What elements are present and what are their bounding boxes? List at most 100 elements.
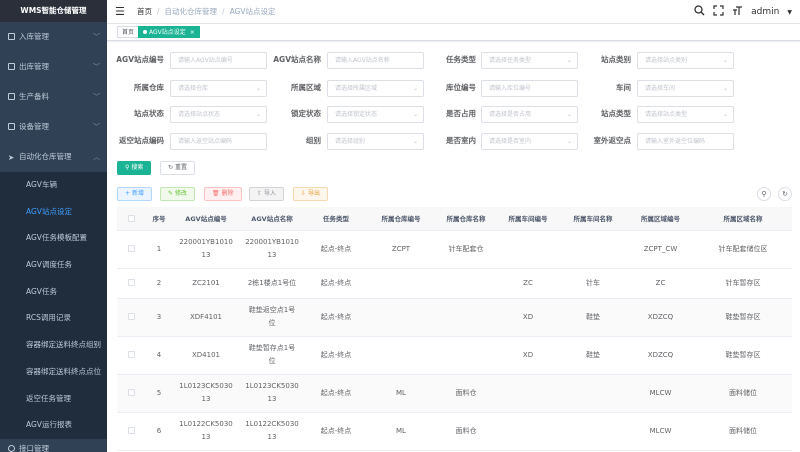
menu-production[interactable]: 生产备料 ﹀ bbox=[0, 82, 107, 112]
plus-icon: + bbox=[125, 190, 132, 197]
label-site-name: AGV站点名称 bbox=[273, 55, 321, 64]
row-checkbox[interactable] bbox=[127, 427, 135, 434]
navbar: ☰ 首页 / 自动化仓库管理 / AGV站点设定 admin ▼ bbox=[107, 0, 800, 24]
menu-label: 生产备料 bbox=[19, 92, 49, 101]
sidebar-item-agv-site[interactable]: AGV站点设定 bbox=[0, 199, 107, 226]
add-button[interactable]: + 新增 bbox=[117, 187, 152, 201]
reset-button[interactable]: ↻ 重置 bbox=[160, 161, 195, 175]
site-status-select[interactable]: 请选择站点状态 ⌄ bbox=[170, 106, 267, 123]
table-row[interactable]: 5 1L0123CK5030 13 1L0123CK5030 13 起点-终点 ML 面料… bbox=[117, 374, 792, 413]
table-cell bbox=[559, 412, 627, 451]
reset-button-label: 重置 bbox=[174, 164, 187, 171]
menu-label: 入库管理 bbox=[19, 32, 49, 41]
group-select[interactable]: 请选择组别 ⌄ bbox=[327, 133, 424, 150]
caret-down-icon[interactable]: ▼ bbox=[787, 9, 792, 16]
sidebar-item-agv-template[interactable]: AGV任务模板配置 bbox=[0, 225, 107, 252]
sidebar-item-container-group[interactable]: 容器绑定送料终点组别 bbox=[0, 332, 107, 359]
table-cell: 鞋垫 bbox=[559, 298, 627, 337]
label-indoor: 是否室内 bbox=[446, 136, 476, 145]
sidebar-item-agv-dispatch[interactable]: AGV调度任务 bbox=[0, 252, 107, 279]
outdoor-return-input[interactable]: 请输入室外返空位编码 bbox=[637, 133, 734, 150]
edit-button[interactable]: ✎ 修改 bbox=[160, 187, 195, 201]
placeholder: 请选择站点类型 bbox=[645, 111, 688, 118]
search-button[interactable]: ⚲ 搜索 bbox=[117, 161, 152, 175]
sidebar-item-container-point[interactable]: 容器绑定送料终点点位 bbox=[0, 359, 107, 386]
menu-equipment[interactable]: 设备管理 ﹀ bbox=[0, 112, 107, 142]
label-site-status: 站点状态 bbox=[134, 109, 164, 118]
table-cell bbox=[497, 374, 559, 413]
export-button[interactable]: ⇩ 导出 bbox=[293, 187, 328, 201]
table-cell bbox=[497, 412, 559, 451]
table-cell: 1L0122CK5030 13 bbox=[239, 412, 305, 451]
row-select-cell bbox=[117, 336, 145, 375]
warehouse-select[interactable]: 请选择仓库 ⌄ bbox=[170, 80, 267, 97]
font-size-icon[interactable] bbox=[732, 5, 743, 20]
occupied-select[interactable]: 请选择是否占用 ⌄ bbox=[481, 106, 578, 123]
fullscreen-icon[interactable] bbox=[713, 4, 724, 20]
menu-label: 设备管理 bbox=[19, 122, 49, 131]
site-code-input[interactable]: 请输入AGV站点编号 bbox=[170, 52, 267, 69]
row-checkbox[interactable] bbox=[127, 351, 135, 358]
placeholder: 请选择任务类型 bbox=[489, 57, 532, 64]
menu-inbound[interactable]: 入库管理 ﹀ bbox=[0, 22, 107, 52]
area-select[interactable]: 请选择所属区域 ⌄ bbox=[327, 80, 424, 97]
row-checkbox[interactable] bbox=[127, 313, 135, 320]
table-row[interactable]: 6 1L0122CK5030 13 1L0122CK5030 13 起点-终点 ML 面料… bbox=[117, 412, 792, 451]
table-cell bbox=[435, 268, 497, 299]
refresh-button[interactable]: ↻ bbox=[778, 187, 792, 201]
site-type-select[interactable]: 请选择站点类型 ⌄ bbox=[637, 106, 734, 123]
close-icon[interactable]: × bbox=[190, 29, 195, 36]
label-task-type: 任务类型 bbox=[446, 55, 476, 64]
table-cell: 1L0122CK5030 13 bbox=[173, 412, 239, 451]
sidebar-item-agv-vehicle[interactable]: AGV车辆 bbox=[0, 172, 107, 199]
menu-interface[interactable]: 接口管理 bbox=[0, 439, 107, 452]
chevron-up-icon: ︿ bbox=[93, 153, 100, 161]
hamburger-icon[interactable]: ☰ bbox=[115, 6, 125, 17]
placeholder: 请选择所属区域 bbox=[335, 85, 378, 92]
label-outdoor-return: 室外返空点 bbox=[593, 136, 632, 145]
lock-status-select[interactable]: 请选择锁定状态 ⌄ bbox=[327, 106, 424, 123]
label-occupied: 是否占用 bbox=[446, 109, 476, 118]
placeholder: 请选择组别 bbox=[335, 138, 366, 145]
label-return-code: 返空站点编码 bbox=[119, 136, 164, 145]
download-icon: ⇩ bbox=[301, 190, 308, 197]
user-name[interactable]: admin bbox=[751, 7, 779, 17]
delete-button[interactable]: 🗑 删除 bbox=[204, 187, 242, 201]
location-input[interactable]: 请输入库位编号 bbox=[481, 80, 578, 97]
return-code-input[interactable]: 请输入返空站点编码 bbox=[170, 133, 267, 150]
sidebar-item-agv-task[interactable]: AGV任务 bbox=[0, 279, 107, 306]
table-row[interactable]: 1 220001YB1010 13 220001YB1010 13 起点-终点 ZCPT… bbox=[117, 230, 792, 269]
row-select-cell bbox=[117, 412, 145, 451]
workshop-select[interactable]: 请选择车间 ⌄ bbox=[637, 80, 734, 97]
sidebar-item-agv-report[interactable]: AGV运行报表 bbox=[0, 412, 107, 439]
table-row[interactable]: 4 XD4101 鞋垫暂存点1号 位起点-终点 XD 鞋垫 XDZCQ 鞋垫暂存区 bbox=[117, 336, 792, 375]
column-header: 所属仓库编号 bbox=[367, 207, 435, 231]
toggle-search-button[interactable]: ⚲ bbox=[757, 187, 771, 201]
table-cell: XDZCQ bbox=[627, 336, 694, 375]
sidebar-item-return-task[interactable]: 返空任务管理 bbox=[0, 386, 107, 413]
active-dot-icon bbox=[143, 30, 147, 34]
menu-outbound[interactable]: 出库管理 ﹀ bbox=[0, 52, 107, 82]
menu-automation[interactable]: ➤ 自动化仓库管理 ︿ bbox=[0, 142, 107, 172]
breadcrumb-home[interactable]: 首页 bbox=[137, 7, 152, 16]
sidebar-item-rcs-log[interactable]: RCS调用记录 bbox=[0, 305, 107, 332]
table-cell: 起点-终点 bbox=[305, 230, 367, 269]
row-checkbox[interactable] bbox=[127, 245, 135, 252]
site-name-input[interactable]: 请输入AGV站点名称 bbox=[327, 52, 424, 69]
task-type-select[interactable]: 请选择任务类型 ⌄ bbox=[481, 52, 578, 69]
table-cell: 鞋垫暂存点1号 位 bbox=[239, 336, 305, 375]
table-body: 1 220001YB1010 13 220001YB1010 13 起点-终点 ZCPT… bbox=[117, 230, 792, 451]
indoor-select[interactable]: 请选择是否室内 ⌄ bbox=[481, 133, 578, 150]
tag-home[interactable]: 首页 bbox=[117, 26, 140, 38]
search-icon[interactable] bbox=[694, 4, 705, 20]
label-lock-status: 锁定状态 bbox=[291, 109, 321, 118]
tag-agv-site[interactable]: AGV站点设定 × bbox=[138, 26, 200, 38]
table-row[interactable]: 2 ZC2101 2栋1楼点1号位 起点-终点 ZC 针车 ZC 针车暂存区 bbox=[117, 268, 792, 299]
table-row[interactable]: 3 XDF4101 鞋垫返空点1号 位起点-终点 XD 鞋垫 XDZCQ 鞋垫暂存区 bbox=[117, 298, 792, 337]
site-category-select[interactable]: 请选择站点类别 ⌄ bbox=[637, 52, 734, 69]
select-all-checkbox[interactable] bbox=[127, 214, 135, 222]
import-button[interactable]: ⇧ 导入 bbox=[249, 187, 284, 201]
row-checkbox[interactable] bbox=[127, 279, 135, 286]
row-checkbox[interactable] bbox=[127, 389, 135, 396]
label-area: 所属区域 bbox=[291, 83, 321, 92]
